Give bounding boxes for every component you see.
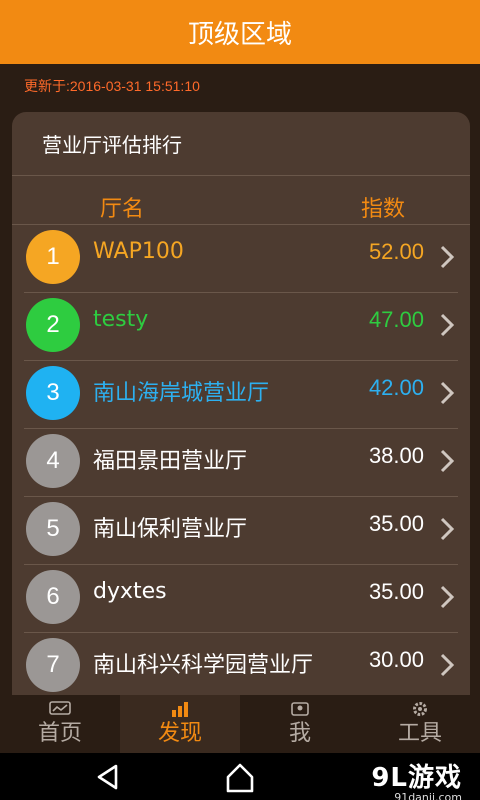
chevron-right-icon bbox=[440, 381, 455, 405]
tab-label: 发现 bbox=[157, 721, 202, 746]
column-header-name: 厅名 bbox=[100, 197, 145, 222]
hall-score: 30.00 bbox=[368, 647, 424, 672]
chevron-right-icon bbox=[440, 449, 455, 473]
home-icon[interactable] bbox=[224, 761, 256, 793]
chart-line-icon bbox=[49, 701, 71, 715]
hall-name: 福田景田营业厅 bbox=[93, 449, 248, 474]
list-item[interactable]: 7 南山科兴科学园营业厅 30.00 bbox=[24, 633, 458, 695]
ranking-card: 营业厅评估排行 厅名 指数 1 WAP100 52.00 2 testy 47.… bbox=[12, 112, 470, 695]
rank-badge: 1 bbox=[26, 230, 80, 284]
rank-badge: 7 bbox=[26, 638, 80, 692]
rank-badge: 5 bbox=[26, 502, 80, 556]
hall-score: 35.00 bbox=[368, 579, 424, 604]
hall-name: WAP100 bbox=[93, 239, 184, 264]
bar-chart-icon bbox=[172, 702, 188, 717]
tab-discover[interactable]: 发现 bbox=[120, 695, 240, 753]
title-bar: 顶级区域 bbox=[0, 0, 480, 64]
rank-badge: 6 bbox=[26, 570, 80, 624]
gear-icon bbox=[413, 702, 427, 716]
list-item[interactable]: 5 南山保利营业厅 35.00 bbox=[24, 497, 458, 565]
hall-score: 47.00 bbox=[368, 307, 424, 332]
hall-name: 南山科兴科学园营业厅 bbox=[93, 653, 314, 678]
card-title: 营业厅评估排行 bbox=[12, 112, 470, 176]
chevron-right-icon bbox=[440, 313, 455, 337]
tab-label: 首页 bbox=[37, 721, 82, 746]
rank-badge: 3 bbox=[26, 366, 80, 420]
hall-name: testy bbox=[93, 307, 149, 332]
tab-label: 我 bbox=[288, 721, 311, 746]
chevron-right-icon bbox=[440, 245, 455, 269]
hall-score: 42.00 bbox=[368, 375, 424, 400]
system-nav-bar: 9L游戏 91danji.com bbox=[0, 753, 480, 800]
chevron-right-icon bbox=[440, 517, 455, 541]
back-icon[interactable] bbox=[94, 763, 122, 791]
hall-score: 52.00 bbox=[368, 239, 424, 264]
tab-home[interactable]: 首页 bbox=[0, 695, 120, 753]
hall-name: 南山海岸城营业厅 bbox=[93, 381, 270, 406]
profile-icon bbox=[291, 702, 309, 716]
column-header-index: 指数 bbox=[361, 197, 406, 222]
ranking-list: 1 WAP100 52.00 2 testy 47.00 3 南山海岸城营业厅 … bbox=[12, 225, 470, 695]
page-title: 顶级区域 bbox=[187, 19, 292, 50]
list-item[interactable]: 6 dyxtes 35.00 bbox=[24, 565, 458, 633]
list-item[interactable]: 4 福田景田营业厅 38.00 bbox=[24, 429, 458, 497]
bottom-tab-bar: 首页 发现 我 工具 bbox=[0, 695, 480, 753]
tab-label: 工具 bbox=[397, 721, 442, 746]
update-time: 更新于:2016-03-31 15:51:10 bbox=[24, 78, 200, 94]
hall-name: 南山保利营业厅 bbox=[93, 517, 248, 542]
chevron-right-icon bbox=[440, 653, 455, 677]
watermark: 9L游戏 91danji.com bbox=[371, 757, 462, 800]
list-item[interactable]: 2 testy 47.00 bbox=[24, 293, 458, 361]
hall-score: 38.00 bbox=[368, 443, 424, 468]
list-item[interactable]: 3 南山海岸城营业厅 42.00 bbox=[24, 361, 458, 429]
rank-badge: 2 bbox=[26, 298, 80, 352]
tab-tools[interactable]: 工具 bbox=[360, 695, 480, 753]
hall-name: dyxtes bbox=[93, 579, 167, 604]
list-item[interactable]: 1 WAP100 52.00 bbox=[24, 225, 458, 293]
chevron-right-icon bbox=[440, 585, 455, 609]
tab-me[interactable]: 我 bbox=[240, 695, 360, 753]
rank-badge: 4 bbox=[26, 434, 80, 488]
hall-score: 35.00 bbox=[368, 511, 424, 536]
watermark-logo: 9L游戏 bbox=[371, 763, 462, 793]
